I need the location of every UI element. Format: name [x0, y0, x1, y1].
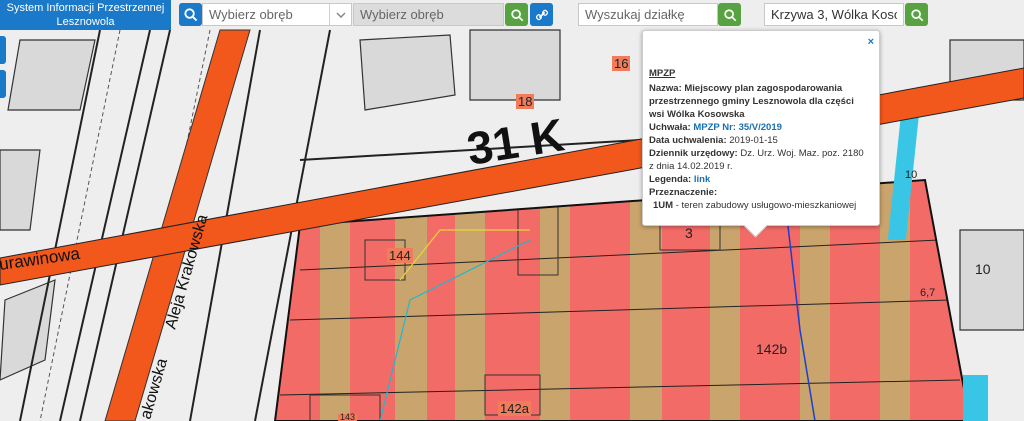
search-icon	[510, 8, 523, 21]
legend-label: Legenda:	[649, 174, 692, 185]
parcel-search-button[interactable]	[718, 3, 741, 26]
resolution-label: Uchwała:	[649, 122, 691, 133]
popup-header: MPZP	[649, 68, 676, 79]
lot-label: 10	[975, 261, 991, 277]
purpose-code: 1UM	[653, 200, 674, 211]
date-value: 2019-01-15	[729, 135, 778, 146]
resolution-link[interactable]: MPZP Nr: 35/V/2019	[693, 122, 782, 133]
obreb-input[interactable]	[353, 3, 504, 26]
search-area-icon	[184, 8, 198, 22]
lot-label: 144	[387, 248, 413, 263]
search-icon	[723, 8, 736, 21]
app-title[interactable]: System Informacji Przestrzennej Lesznowo…	[0, 0, 171, 30]
address-search-input[interactable]	[764, 3, 904, 26]
purpose-label: Przeznaczenie:	[649, 187, 718, 198]
lot-label: 18	[516, 94, 535, 109]
measure-tool-button[interactable]	[530, 3, 553, 26]
name-label: Nazwa:	[649, 83, 682, 94]
close-icon[interactable]: ×	[868, 36, 874, 49]
purpose-value: - teren zabudowy usługowo-mieszkaniowej	[673, 200, 857, 211]
link-icon	[535, 9, 548, 20]
side-panel-tab-info[interactable]	[0, 70, 6, 98]
chevron-down-icon	[329, 4, 351, 25]
lot-label: 142a	[498, 401, 531, 416]
date-label: Data uchwalenia:	[649, 135, 727, 146]
lot-label: 143	[338, 412, 358, 421]
side-panel-tab-layers[interactable]	[0, 36, 6, 64]
obreb-search-button[interactable]	[505, 3, 528, 26]
mpzp-info-popup: × MPZP Nazwa: Miejscowy plan zagospodaro…	[642, 30, 880, 226]
parcel-search-input[interactable]	[578, 3, 718, 26]
search-icon	[910, 8, 923, 21]
locate-parcel-button[interactable]	[179, 3, 202, 26]
lot-label: 16	[612, 56, 631, 71]
lot-label: 142b	[756, 341, 788, 357]
lot-label: 3	[685, 225, 693, 241]
journal-label: Dziennik urzędowy:	[649, 148, 738, 159]
legend-link[interactable]: link	[694, 174, 710, 185]
lot-label: 10	[905, 169, 918, 181]
address-search-button[interactable]	[905, 3, 928, 26]
obreb-select-value: Wybierz obręb	[209, 7, 293, 22]
lot-label: 6,7	[920, 287, 936, 299]
obreb-select[interactable]: Wybierz obręb	[202, 3, 352, 26]
